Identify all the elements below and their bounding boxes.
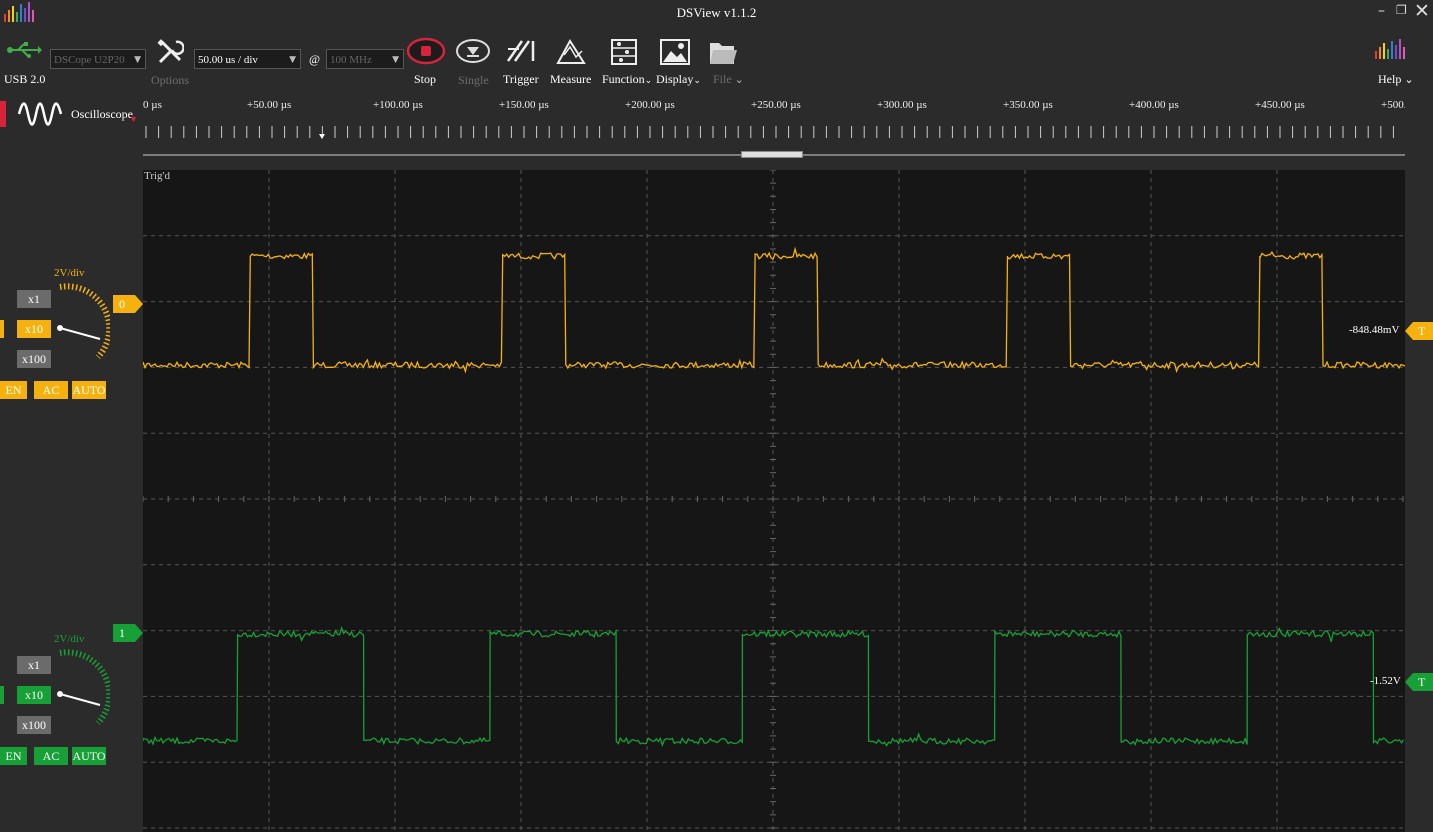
ruler-label: +200.00 µs — [625, 99, 675, 111]
trigger-status: Trig'd — [144, 170, 170, 182]
trigger-icon[interactable] — [505, 37, 539, 67]
channel-0-probe-x100[interactable]: x100 — [17, 350, 51, 368]
trigger-panel — [1405, 96, 1433, 832]
chevron-down-icon: ⌄ — [1404, 73, 1413, 86]
ruler-ticks — [143, 118, 1405, 170]
help-logo-icon[interactable] — [1373, 37, 1409, 63]
chevron-down-icon: ▼ — [134, 50, 141, 70]
ruler-label: +50.00 µs — [247, 99, 291, 111]
channel-1-probe-x1[interactable]: x1 — [17, 656, 51, 674]
usb-icon[interactable] — [6, 41, 42, 59]
close-button[interactable]: ✕ — [1414, 0, 1430, 22]
ruler-label: +250.00 µs — [751, 99, 801, 111]
chevron-down-icon: ⌄ — [735, 73, 744, 86]
ruler-cursor-icon — [319, 134, 325, 139]
options-wrench-icon[interactable] — [156, 38, 184, 66]
channel-1-enable-button[interactable]: EN — [0, 747, 27, 765]
channel-0-trigger-level: -848.48mV — [1349, 324, 1399, 336]
chevron-down-icon: ⌄ — [693, 75, 701, 85]
channel-1-index: 1 — [119, 626, 125, 641]
waveform-plot[interactable]: Trig'd — [143, 170, 1405, 832]
display-menu[interactable]: Display⌄ — [656, 72, 701, 87]
chevron-down-icon: ▼ — [392, 50, 399, 70]
channel-0-waveform — [143, 249, 1405, 371]
channel-1-trigger-level: -1.52V — [1370, 675, 1401, 687]
mode-indicator — [0, 101, 6, 127]
chevron-down-icon: ⌄ — [645, 75, 653, 85]
ruler-label: +100.00 µs — [373, 99, 423, 111]
channel-0-offset-marker[interactable]: 0 — [113, 295, 143, 317]
ruler-label: +350.00 µs — [1003, 99, 1053, 111]
channel-1-marker-shape — [113, 624, 143, 642]
channel-1-probe-x100[interactable]: x100 — [17, 716, 51, 734]
channel-panel: Oscilloscope ▼ 2V/div x1 x10 x100 EN AC … — [0, 96, 143, 832]
file-label: File — [713, 72, 732, 86]
ruler-label: +300.00 µs — [877, 99, 927, 111]
channel-0-coupling-button[interactable]: AC — [34, 381, 68, 399]
waveform-svg — [143, 170, 1405, 832]
channel-1-probe-marker — [0, 686, 4, 704]
chevron-down-icon: ▼ — [289, 50, 296, 70]
measure-label: Measure — [550, 72, 591, 87]
stop-icon[interactable] — [406, 37, 446, 67]
channel-0-probe-x1[interactable]: x1 — [17, 290, 51, 308]
help-menu[interactable]: Help ⌄ — [1378, 72, 1414, 87]
device-select-value: DSCope U2P20 — [54, 54, 125, 66]
time-ruler[interactable]: 0 µs +50.00 µs +100.00 µs +150.00 µs +200.00… — [143, 96, 1405, 170]
channel-0-marker-shape — [113, 295, 143, 313]
title-bar: DSView v1.1.2 – ❐ ✕ — [0, 0, 1433, 26]
measure-icon[interactable] — [554, 37, 588, 67]
trigger-label: Trigger — [503, 72, 539, 87]
device-select[interactable]: DSCope U2P20 ▼ — [50, 49, 146, 69]
ruler-label: +450.00 µs — [1255, 99, 1305, 111]
channel-0-index: 0 — [119, 297, 125, 312]
stop-label: Stop — [414, 72, 436, 87]
ruler-label: +400.00 µs — [1129, 99, 1179, 111]
minimize-button[interactable]: – — [1378, 3, 1385, 19]
restore-button[interactable]: ❐ — [1396, 3, 1407, 17]
window-title: DSView v1.1.2 — [0, 5, 1433, 21]
single-icon[interactable] — [455, 37, 491, 67]
samplerate-value: 100 MHz — [330, 54, 372, 66]
oscilloscope-wave-icon[interactable] — [17, 100, 63, 128]
scroll-thumb[interactable] — [741, 151, 803, 158]
channel-1-trigger-marker[interactable]: T — [1405, 673, 1433, 695]
channel-0-trigger-marker[interactable]: T — [1405, 322, 1433, 344]
channel-1-probe-x10[interactable]: x10 — [17, 686, 51, 704]
trigger-marker-1-label: T — [1418, 675, 1425, 690]
channel-1-coupling-button[interactable]: AC — [34, 747, 68, 765]
display-label: Display — [656, 72, 693, 86]
function-label: Function — [602, 72, 645, 86]
timebase-select[interactable]: 50.00 us / div ▼ — [194, 49, 301, 69]
function-icon[interactable] — [609, 37, 639, 67]
main-toolbar: USB 2.0 DSCope U2P20 ▼ Options 50.00 us /… — [0, 26, 1433, 96]
file-icon[interactable] — [707, 37, 739, 67]
caret-down-icon[interactable]: ▼ — [129, 114, 138, 124]
help-label: Help — [1378, 72, 1401, 86]
channel-1-offset-marker[interactable]: 1 — [113, 624, 143, 646]
function-menu[interactable]: Function⌄ — [602, 72, 652, 87]
file-menu[interactable]: File ⌄ — [713, 72, 744, 87]
channel-0-vdiv: 2V/div — [54, 267, 85, 279]
mode-label[interactable]: Oscilloscope — [71, 107, 133, 122]
display-icon[interactable] — [659, 37, 691, 67]
options-label: Options — [151, 73, 189, 88]
channel-0-probe-x10[interactable]: x10 — [17, 320, 51, 338]
channel-1-vdiv: 2V/div — [54, 633, 85, 645]
at-label: @ — [309, 52, 320, 67]
usb-status-label: USB 2.0 — [4, 72, 45, 87]
trigger-marker-0-label: T — [1418, 324, 1425, 339]
ruler-label: +150.00 µs — [499, 99, 549, 111]
ruler-label: 0 µs — [143, 99, 162, 111]
channel-0-probe-marker — [0, 320, 4, 338]
channel-0-enable-button[interactable]: EN — [0, 381, 27, 399]
channel-0-auto-button[interactable]: AUTO — [72, 381, 106, 399]
channel-1-auto-button[interactable]: AUTO — [72, 747, 106, 765]
single-label: Single — [458, 73, 489, 88]
samplerate-select[interactable]: 100 MHz ▼ — [326, 49, 404, 69]
timebase-value: 50.00 us / div — [198, 54, 258, 66]
